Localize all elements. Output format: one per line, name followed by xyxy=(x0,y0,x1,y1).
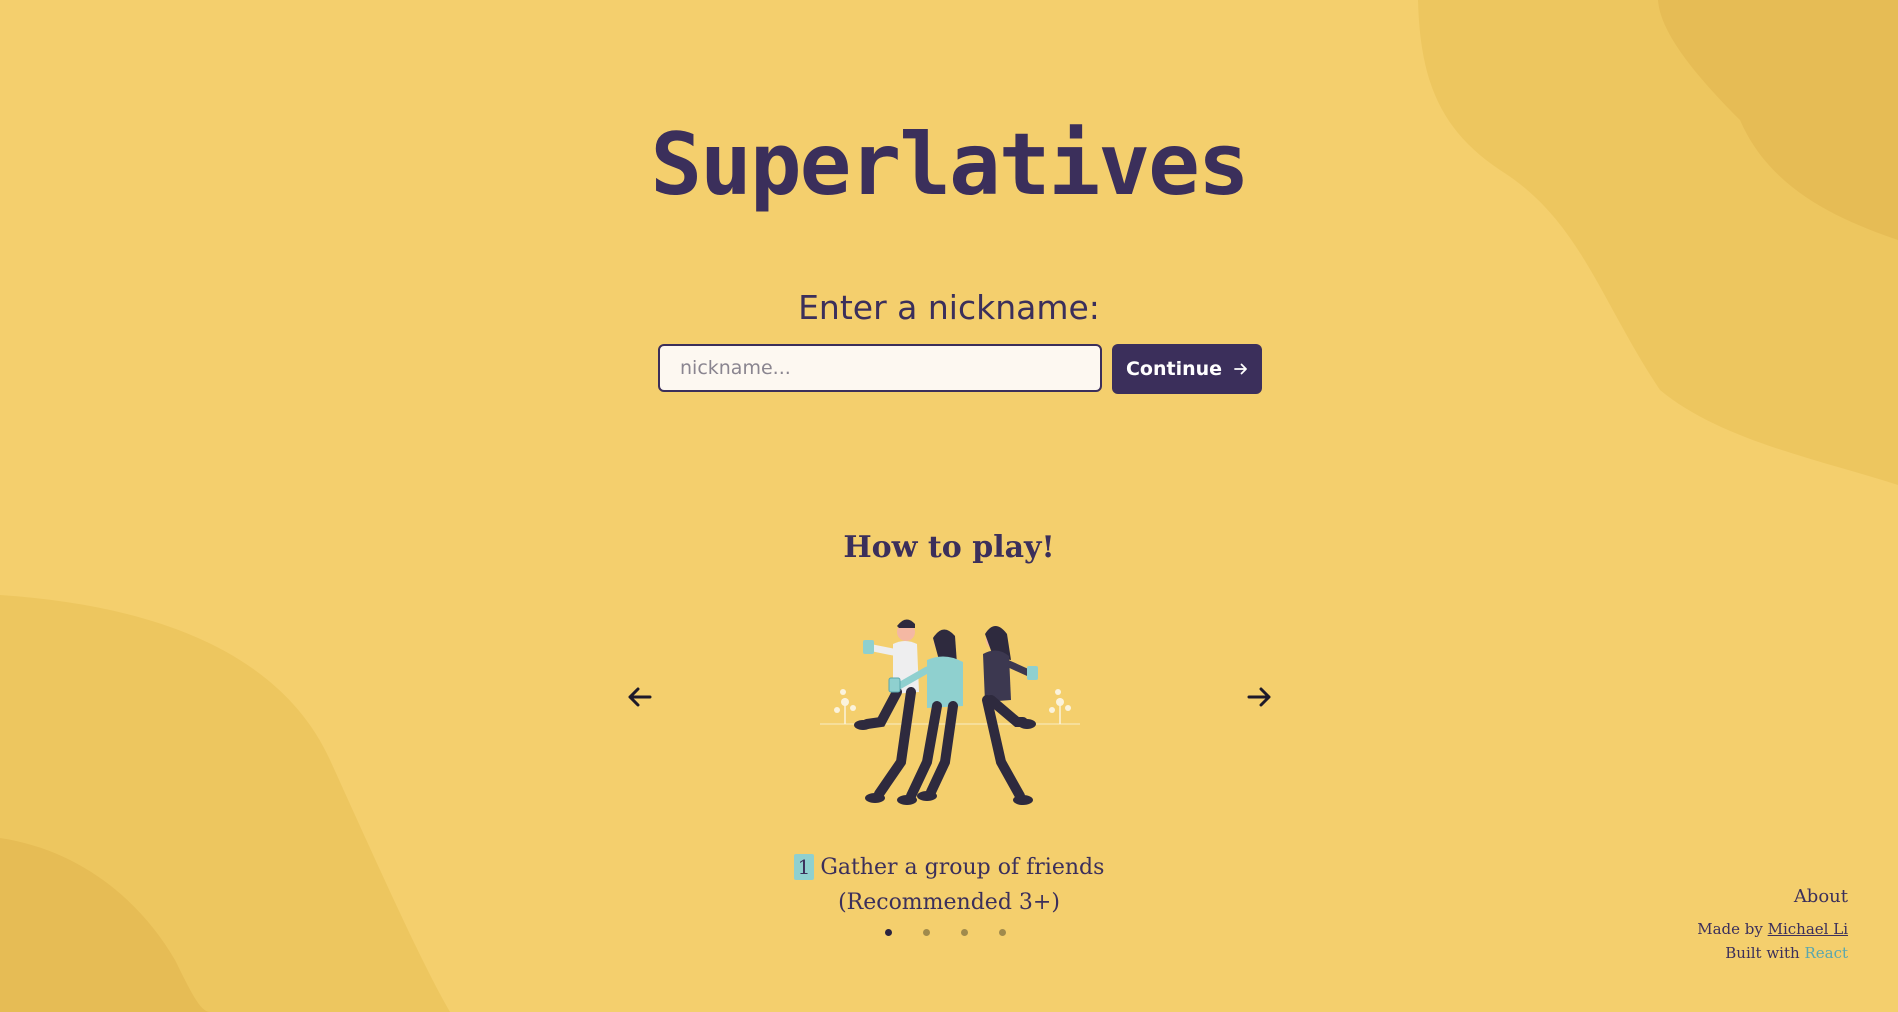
arrow-right-icon xyxy=(1234,363,1247,375)
app-title: Superlatives xyxy=(650,115,1249,215)
arrow-left-icon xyxy=(628,687,652,707)
react-link[interactable]: React xyxy=(1804,944,1848,962)
nickname-input[interactable] xyxy=(658,344,1102,392)
nickname-form: Continue xyxy=(658,344,1262,394)
carousel-next-button[interactable] xyxy=(1244,682,1274,712)
about-link[interactable]: About xyxy=(1697,886,1848,907)
plant-right-icon xyxy=(1049,689,1071,724)
continue-button[interactable]: Continue xyxy=(1112,344,1262,394)
step-text-line2: (Recommended 3+) xyxy=(838,890,1060,915)
step-text-line1: Gather a group of friends xyxy=(820,855,1105,880)
arrow-right-icon xyxy=(1247,687,1271,707)
carousel-dot-4[interactable] xyxy=(999,929,1006,936)
carousel-prev-button[interactable] xyxy=(625,682,655,712)
made-by-prefix: Made by xyxy=(1697,920,1763,938)
step-description: 1 Gather a group of friends (Recommended … xyxy=(0,850,1898,920)
carousel-dot-3[interactable] xyxy=(961,929,968,936)
carousel-dot-1[interactable] xyxy=(885,929,892,936)
step-line-1: 1 Gather a group of friends xyxy=(0,850,1898,885)
friends-illustration xyxy=(820,619,1080,805)
built-with-line: Built with React xyxy=(1697,941,1848,965)
carousel-dot-2[interactable] xyxy=(923,929,930,936)
plant-left-icon xyxy=(834,689,856,724)
how-to-play-heading: How to play! xyxy=(843,530,1055,565)
built-with-prefix: Built with xyxy=(1725,944,1800,962)
nickname-prompt: Enter a nickname: xyxy=(798,288,1100,327)
footer: About Made by Michael Li Built with Reac… xyxy=(1697,886,1848,965)
author-link[interactable]: Michael Li xyxy=(1768,920,1848,938)
step-number-badge: 1 xyxy=(793,854,815,880)
made-by-line: Made by Michael Li xyxy=(1697,917,1848,941)
continue-label: Continue xyxy=(1125,358,1223,380)
carousel-dots xyxy=(885,929,1006,936)
